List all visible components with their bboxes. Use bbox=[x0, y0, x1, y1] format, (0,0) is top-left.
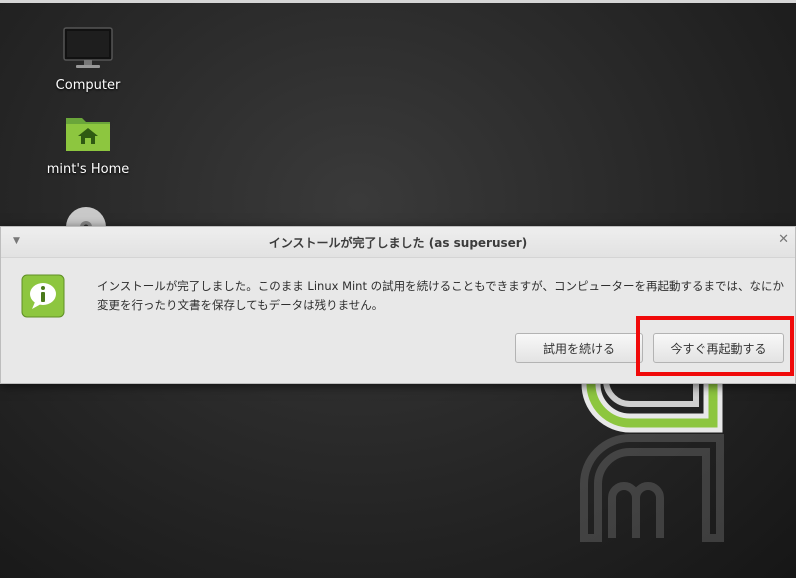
dialog-titlebar[interactable]: ▼ インストールが完了しました (as superuser) ✕ bbox=[1, 227, 795, 258]
top-panel-edge bbox=[0, 0, 796, 3]
close-icon[interactable]: ✕ bbox=[778, 232, 789, 247]
dialog-title: インストールが完了しました (as superuser) bbox=[268, 236, 528, 250]
monitor-icon bbox=[63, 27, 113, 68]
desktop-icon-label: Computer bbox=[55, 78, 121, 93]
home-folder-icon bbox=[66, 118, 110, 151]
highlight-box bbox=[636, 316, 794, 376]
desktop-icon-label: mint's Home bbox=[46, 162, 130, 177]
continue-testing-button[interactable]: 試用を続ける bbox=[515, 333, 643, 363]
desktop-icon-home[interactable]: mint's Home bbox=[38, 112, 138, 177]
desktop-icon-computer[interactable]: Computer bbox=[38, 26, 138, 93]
info-icon bbox=[21, 274, 65, 318]
mint-logo-reflection-icon bbox=[580, 434, 724, 542]
dialog-message: インストールが完了しました。このまま Linux Mint の試用を続けることも… bbox=[97, 279, 784, 312]
